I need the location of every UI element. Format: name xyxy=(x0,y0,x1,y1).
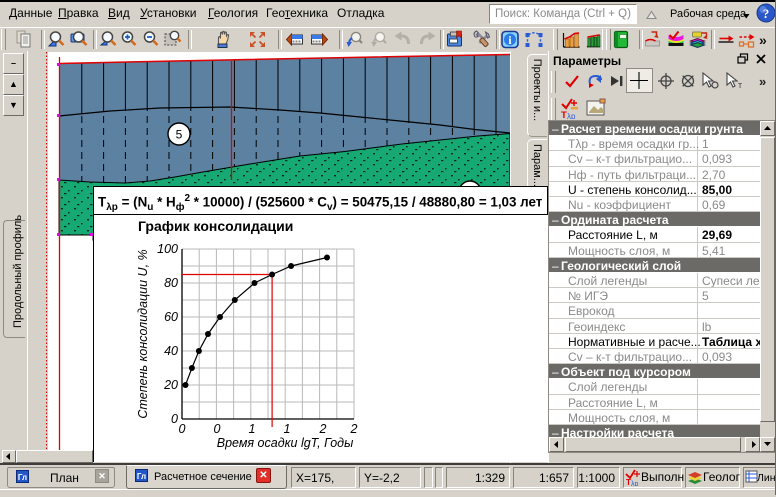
svg-text:100: 100 xyxy=(157,242,178,256)
svg-text:Степень консолидации U, %: Степень консолидации U, % xyxy=(136,249,150,418)
svg-text:0: 0 xyxy=(179,422,186,436)
svg-text:1: 1 xyxy=(249,422,256,436)
svg-text:2: 2 xyxy=(319,422,327,436)
svg-text:20: 20 xyxy=(163,378,178,392)
svg-text:т: т xyxy=(738,80,742,90)
svg-text:2: 2 xyxy=(350,422,358,436)
svg-text:0: 0 xyxy=(171,412,178,426)
svg-text:60: 60 xyxy=(164,310,178,324)
svg-text:λр: λр xyxy=(567,112,576,119)
svg-text:5: 5 xyxy=(176,128,183,142)
svg-text:80: 80 xyxy=(164,276,178,290)
svg-text:?: ? xyxy=(763,6,770,21)
svg-text:40: 40 xyxy=(164,344,178,358)
svg-text:0: 0 xyxy=(214,422,221,436)
svg-text:1: 1 xyxy=(284,422,291,436)
svg-text:λр: λр xyxy=(631,481,639,486)
svg-text:Время осадки lgT, Годы: Время осадки lgT, Годы xyxy=(217,436,354,450)
